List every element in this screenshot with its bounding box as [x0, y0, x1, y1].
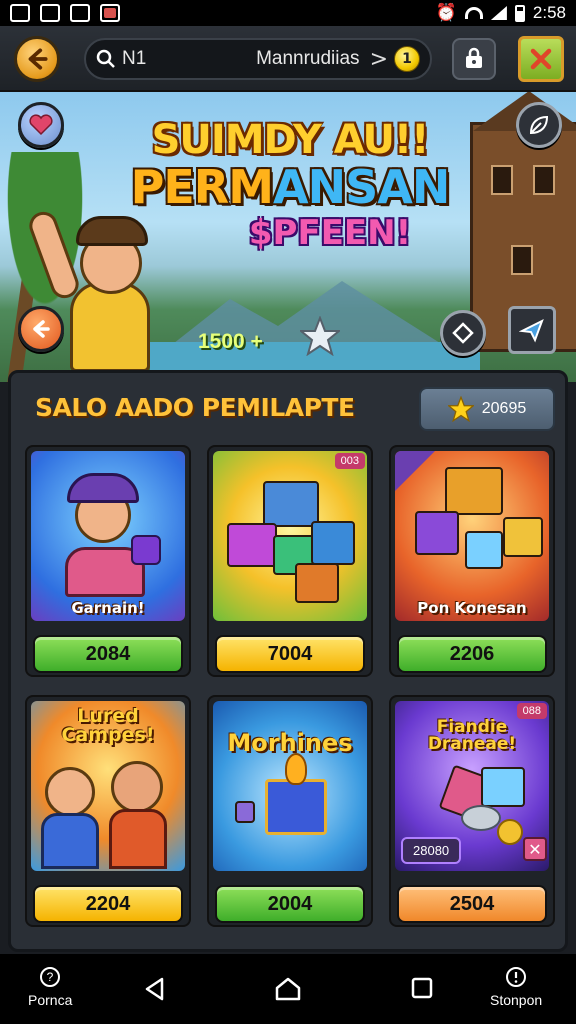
alarm-icon: ⏰ [435, 3, 457, 22]
leaf-icon [529, 115, 549, 135]
item-artwork [213, 451, 367, 621]
nav-item-right[interactable]: Stonpon [490, 966, 542, 1008]
favorite-button[interactable] [18, 102, 64, 148]
item-badge: 28080 [401, 837, 462, 864]
previous-banner-button[interactable] [18, 306, 64, 352]
back-button[interactable] [14, 36, 60, 82]
banner-score: 1500 + [198, 330, 263, 353]
nav-right-label: Stonpon [490, 992, 543, 1008]
alert-icon [506, 967, 527, 987]
item-caption: Pon Konesan [417, 599, 527, 617]
shop-item-card[interactable]: 003 7004 [207, 445, 373, 677]
item-tag: 003 [334, 453, 365, 469]
triangle-back-icon [145, 977, 164, 1001]
heart-icon [29, 114, 53, 136]
info-icon: ? [40, 967, 61, 987]
promo-banner[interactable]: SUIMDY AU!! PERMANSAN $PFEEN! 1500 + [0, 92, 576, 382]
shop-bag-button[interactable] [452, 38, 496, 80]
search-bar[interactable]: N1 Mannrudiias > 1 [84, 38, 432, 80]
item-headline: Lured Campes! [61, 705, 155, 746]
item-headline: Morhines [227, 729, 353, 757]
item-artwork [213, 701, 367, 871]
svg-text:?: ? [47, 970, 54, 984]
banner-title-line2: PERMANSAN [130, 160, 451, 214]
shop-item-card[interactable]: Lured Campes! 2204 [25, 695, 191, 927]
buy-button[interactable]: 7004 [215, 635, 365, 673]
nav-item-left[interactable]: ? Pornca [28, 966, 72, 1008]
item-caption: Garnain! [71, 599, 145, 617]
shop-item-card[interactable]: Garnain! 2084 [25, 445, 191, 677]
signal-icon [490, 6, 507, 20]
nav-recents-button[interactable] [410, 976, 434, 1000]
buy-button[interactable]: 2504 [397, 885, 547, 923]
app-notification-icon [40, 4, 60, 22]
bag-icon [466, 47, 482, 68]
n-notification-icon [70, 4, 90, 22]
banner-title-line1: SUIMDY AU!! [151, 117, 430, 163]
close-icon[interactable]: ✕ [523, 837, 547, 861]
buy-button[interactable]: 2204 [33, 885, 183, 923]
diamond-icon [452, 322, 474, 344]
item-tag: 088 [516, 703, 547, 719]
arrow-left-icon [28, 48, 48, 70]
balance-amount: 20695 [481, 400, 527, 417]
clock: 2:58 [532, 3, 566, 22]
leaf-button[interactable] [516, 102, 562, 148]
compass-button[interactable] [440, 310, 486, 356]
nav-back-button[interactable] [142, 976, 168, 1002]
buy-button[interactable]: 2084 [33, 635, 183, 673]
banner-title: SUIMDY AU!! PERMANSAN $PFEEN! [120, 120, 460, 250]
share-button[interactable] [508, 306, 556, 354]
square-icon [411, 977, 433, 999]
buy-button[interactable]: 2004 [215, 885, 365, 923]
wifi-icon [464, 7, 483, 19]
star-balance[interactable]: 20695 [419, 387, 555, 431]
star-icon [300, 316, 340, 356]
shop-item-card[interactable]: Pon Konesan 2206 [389, 445, 555, 677]
banner-title-line3: $PFEEN! [248, 213, 412, 253]
gallery-notification-icon [10, 4, 30, 22]
nav-left-label: Pornca [28, 992, 73, 1008]
shop-title: SALO AADO PEMILAPTE [35, 393, 355, 422]
star-icon [447, 396, 474, 422]
close-button[interactable] [518, 36, 564, 82]
search-query[interactable]: N1 [122, 48, 146, 70]
plane-icon [519, 318, 544, 343]
store-title: Mannrudiias [256, 48, 360, 69]
search-icon [96, 49, 115, 68]
nav-home-button[interactable] [274, 976, 302, 1002]
coin-badge[interactable]: 1 [394, 46, 420, 72]
navigation-bar: ? Pornca Stonpon [0, 954, 576, 1024]
status-bar: ⏰ 2:58 [0, 0, 576, 26]
battery-icon [514, 4, 525, 22]
shop-panel: SALO AADO PEMILAPTE 20695 Garnain! 2084 … [8, 370, 568, 952]
chevron-right-icon[interactable]: > [370, 47, 388, 72]
shop-item-card[interactable]: Morhines 2004 [207, 695, 373, 927]
buy-button[interactable]: 2206 [397, 635, 547, 673]
close-icon [530, 48, 552, 70]
top-bar: N1 Mannrudiias > 1 [0, 26, 576, 92]
home-icon [275, 977, 301, 1001]
message-notification-icon [100, 4, 120, 22]
item-artwork [395, 451, 549, 621]
item-artwork [31, 451, 185, 621]
item-headline: Fiandie Draneae! [427, 717, 517, 754]
shop-item-card[interactable]: Fiandie Draneae! 088 28080 ✕ 2504 [389, 695, 555, 927]
arrow-left-icon [33, 320, 50, 338]
